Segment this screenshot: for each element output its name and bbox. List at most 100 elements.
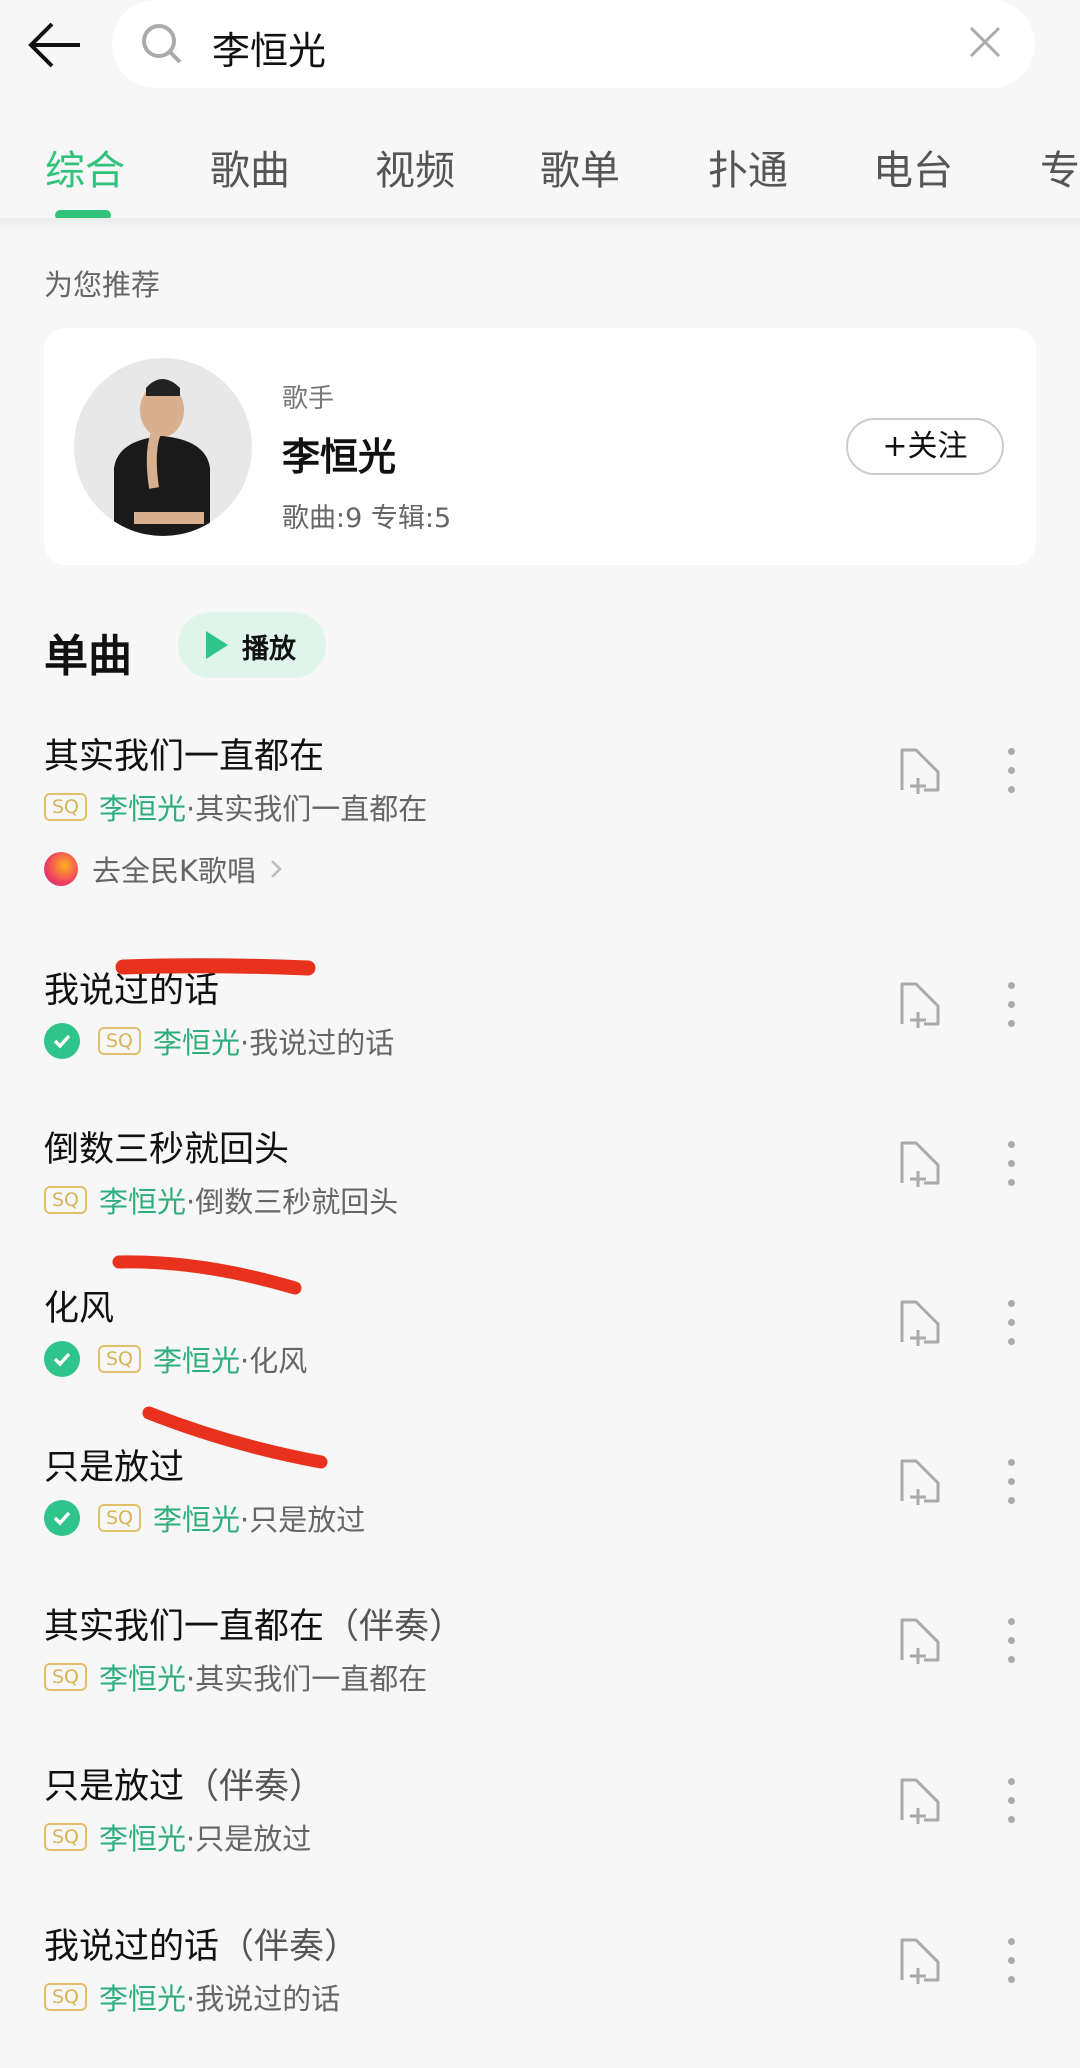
song-subtitle: SQ 李恒光 ·我说过的话 (44, 1976, 340, 2018)
song-album: ·我说过的话 (186, 1982, 341, 2016)
song-row[interactable]: 我说过的话 SQ 李恒光 ·我说过的话 (0, 962, 1080, 1112)
artist-photo (114, 379, 210, 536)
song-title-text: 我说过的话 (44, 971, 220, 1011)
quality-badge: SQ (98, 1504, 142, 1532)
search-icon (142, 24, 182, 64)
more-options-icon[interactable] (1008, 748, 1016, 805)
artist-role: 歌手 (282, 384, 335, 414)
quality-badge: SQ (44, 1823, 88, 1851)
song-title-text: 其实我们一直都在 (44, 1607, 325, 1647)
karaoke-label: 去全民K歌唱 (92, 854, 257, 888)
quality-badge: SQ (44, 1186, 88, 1214)
quality-badge: SQ (98, 1027, 142, 1055)
song-row[interactable]: 我说过的话（伴奏） SQ 李恒光 ·我说过的话 (0, 1918, 1080, 2068)
follow-button[interactable]: +关注 (846, 418, 1004, 475)
song-artist[interactable]: 李恒光 (99, 1179, 186, 1221)
song-title-suffix: （伴奏） (184, 1767, 325, 1807)
song-title: 倒数三秒就回头 (44, 1121, 289, 1172)
song-title-text: 我说过的话 (44, 1927, 220, 1967)
add-to-playlist-icon[interactable] (898, 1139, 944, 1189)
chevron-right-icon (271, 860, 282, 878)
song-title: 其实我们一直都在 (44, 728, 324, 779)
add-to-playlist-icon[interactable] (898, 1616, 944, 1666)
artist-name[interactable]: 李恒光 (282, 426, 396, 481)
song-subtitle: SQ 李恒光 ·其实我们一直都在 (44, 786, 427, 828)
song-title: 只是放过 (44, 1439, 184, 1490)
song-row[interactable]: 化风 SQ 李恒光 ·化风 (0, 1280, 1080, 1430)
song-artist[interactable]: 李恒光 (99, 1976, 186, 2018)
more-options-icon[interactable] (1008, 1459, 1016, 1516)
tab-bar: 综合 歌曲 视频 歌单 扑通 电台 专 (0, 128, 1080, 220)
add-to-playlist-icon[interactable] (898, 1776, 944, 1826)
add-to-playlist-icon[interactable] (898, 1298, 944, 1348)
song-album: ·化风 (240, 1344, 308, 1378)
tab-6[interactable]: 专 (1040, 138, 1080, 196)
search-input[interactable]: 李恒光 (212, 20, 326, 75)
karaoke-link[interactable]: 去全民K歌唱 (44, 848, 286, 890)
more-options-icon[interactable] (1008, 1141, 1016, 1198)
song-title: 我说过的话 (44, 962, 219, 1013)
play-all-button[interactable]: 播放 (178, 612, 326, 678)
add-to-playlist-icon[interactable] (898, 746, 944, 796)
song-artist[interactable]: 李恒光 (153, 1020, 240, 1062)
back-button[interactable] (26, 20, 86, 70)
more-options-icon[interactable] (1008, 1778, 1016, 1835)
song-subtitle: SQ 李恒光 ·倒数三秒就回头 (44, 1179, 398, 1221)
song-subtitle: SQ 李恒光 ·只是放过 (44, 1816, 311, 1858)
arrow-left-icon (28, 22, 80, 68)
song-title: 只是放过（伴奏） (44, 1758, 324, 1809)
add-to-playlist-icon[interactable] (898, 980, 944, 1030)
tab-1[interactable]: 歌曲 (210, 138, 290, 196)
song-row[interactable]: 其实我们一直都在（伴奏） SQ 李恒光 ·其实我们一直都在 (0, 1598, 1080, 1748)
song-album: ·只是放过 (240, 1503, 366, 1537)
downloaded-check-icon (44, 1500, 80, 1536)
more-options-icon[interactable] (1008, 1300, 1016, 1357)
artist-card[interactable]: 歌手 李恒光 歌曲:9 专辑:5 +关注 (44, 328, 1036, 565)
tab-4[interactable]: 扑通 (708, 138, 788, 196)
song-title-text: 其实我们一直都在 (44, 737, 325, 777)
song-row[interactable]: 只是放过 SQ 李恒光 ·只是放过 (0, 1439, 1080, 1589)
song-album: ·我说过的话 (240, 1026, 395, 1060)
song-row[interactable]: 只是放过（伴奏） SQ 李恒光 ·只是放过 (0, 1758, 1080, 1908)
play-label: 播放 (242, 634, 296, 665)
song-title: 我说过的话（伴奏） (44, 1918, 359, 1969)
song-title-text: 倒数三秒就回头 (44, 1130, 290, 1170)
song-subtitle: SQ 李恒光 ·化风 (44, 1338, 307, 1380)
song-row[interactable]: 倒数三秒就回头 SQ 李恒光 ·倒数三秒就回头 (0, 1121, 1080, 1271)
song-title-suffix: （伴奏） (219, 1927, 360, 1967)
section-title: 单曲 (44, 631, 132, 682)
song-title: 其实我们一直都在（伴奏） (44, 1598, 464, 1649)
more-options-icon[interactable] (1008, 1618, 1016, 1675)
search-bar[interactable]: 李恒光 (112, 0, 1035, 88)
quality-badge: SQ (44, 1983, 88, 2011)
tab-3[interactable]: 歌单 (540, 138, 620, 196)
song-artist[interactable]: 李恒光 (99, 1816, 186, 1858)
tab-0[interactable]: 综合 (45, 138, 125, 196)
clear-icon[interactable] (965, 22, 1005, 62)
divider (0, 218, 1080, 232)
quality-badge: SQ (44, 793, 88, 821)
song-album: ·倒数三秒就回头 (186, 1185, 399, 1219)
song-album: ·其实我们一直都在 (186, 792, 428, 826)
add-to-playlist-icon[interactable] (898, 1936, 944, 1986)
more-options-icon[interactable] (1008, 982, 1016, 1039)
song-title-suffix: （伴奏） (324, 1607, 465, 1647)
song-artist[interactable]: 李恒光 (153, 1338, 240, 1380)
song-title-text: 只是放过 (44, 1448, 185, 1488)
song-row[interactable]: 其实我们一直都在 SQ 李恒光 ·其实我们一直都在 去全民K歌唱 (0, 728, 1080, 888)
song-title-text: 只是放过 (44, 1767, 185, 1807)
quality-badge: SQ (98, 1345, 142, 1373)
song-subtitle: SQ 李恒光 ·其实我们一直都在 (44, 1656, 427, 1698)
add-to-playlist-icon[interactable] (898, 1457, 944, 1507)
tab-5[interactable]: 电台 (873, 138, 953, 196)
more-options-icon[interactable] (1008, 1938, 1016, 1995)
play-icon (206, 631, 228, 659)
song-artist[interactable]: 李恒光 (99, 1656, 186, 1698)
song-subtitle: SQ 李恒光 ·我说过的话 (44, 1020, 394, 1062)
tab-2[interactable]: 视频 (375, 138, 455, 196)
avatar[interactable] (74, 358, 252, 536)
downloaded-check-icon (44, 1341, 80, 1377)
song-artist[interactable]: 李恒光 (153, 1497, 240, 1539)
song-artist[interactable]: 李恒光 (99, 786, 186, 828)
artist-stats: 歌曲:9 专辑:5 (282, 503, 452, 534)
